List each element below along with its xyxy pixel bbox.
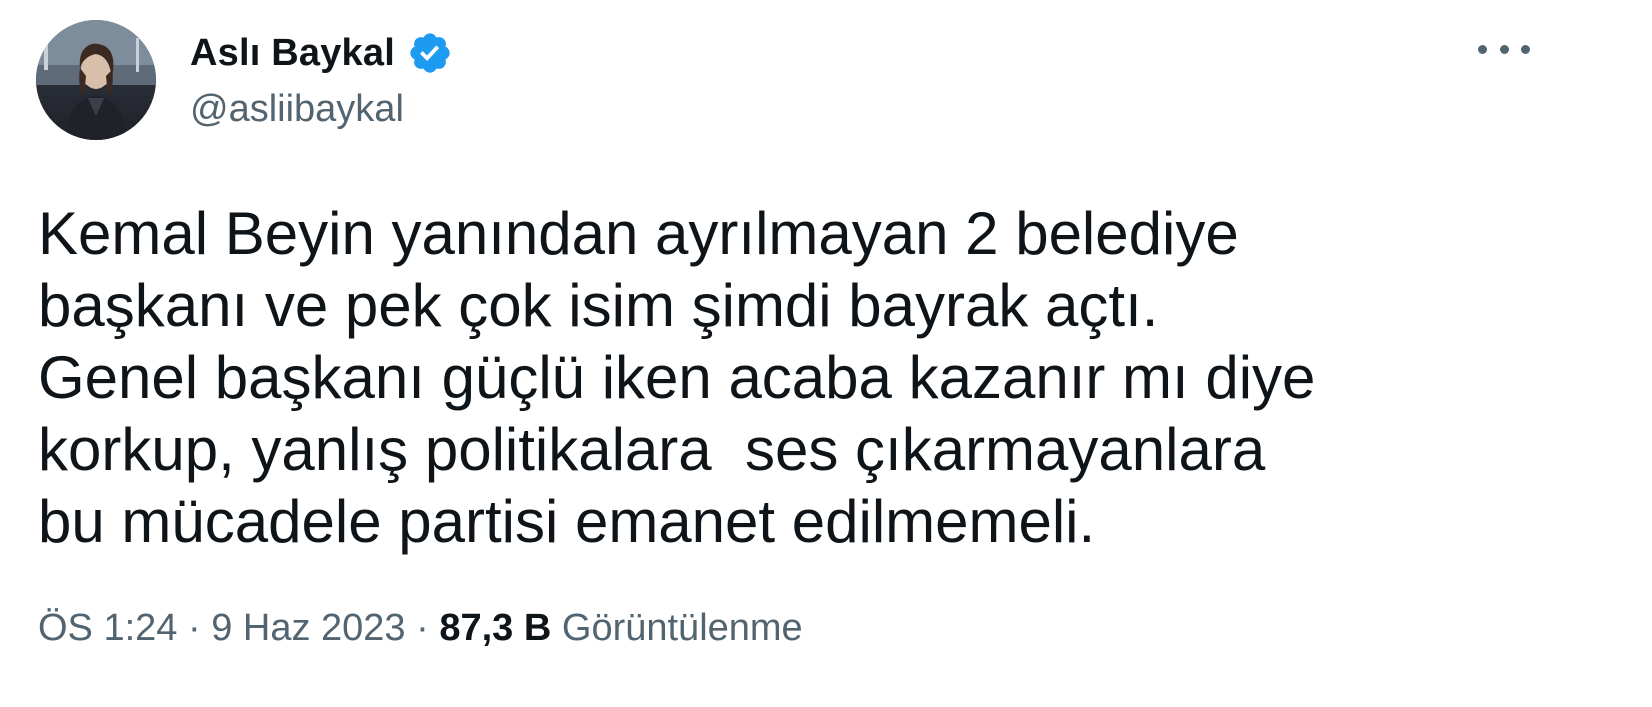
author-handle[interactable]: @asliibaykal <box>190 88 404 131</box>
author-name-row: Aslı Baykal <box>190 28 453 78</box>
more-dot <box>1478 44 1487 54</box>
author-display-name[interactable]: Aslı Baykal <box>190 32 395 75</box>
avatar[interactable] <box>36 20 156 140</box>
tweet-meta: ÖS 1:24 · 9 Haz 2023 · 87,3 B Görüntülen… <box>38 604 803 652</box>
more-dot <box>1499 44 1509 54</box>
more-dot <box>1521 44 1530 54</box>
views-label[interactable]: Görüntülenme <box>562 607 803 650</box>
verified-badge-icon[interactable] <box>407 30 453 76</box>
meta-separator: · <box>187 606 201 649</box>
tweet-time[interactable]: ÖS 1:24 <box>38 607 177 650</box>
tweet-text: Kemal Beyin yanından ayrılmayan 2 beledi… <box>38 200 1316 555</box>
tweet-date[interactable]: 9 Haz 2023 <box>211 607 405 650</box>
views-count[interactable]: 87,3 B <box>439 607 551 650</box>
avatar-image <box>36 20 156 140</box>
meta-separator: · <box>416 606 429 649</box>
tweet-card: Aslı Baykal @asliibaykal Kemal Beyin yan… <box>0 0 1652 707</box>
more-options-icon[interactable] <box>1478 34 1530 64</box>
